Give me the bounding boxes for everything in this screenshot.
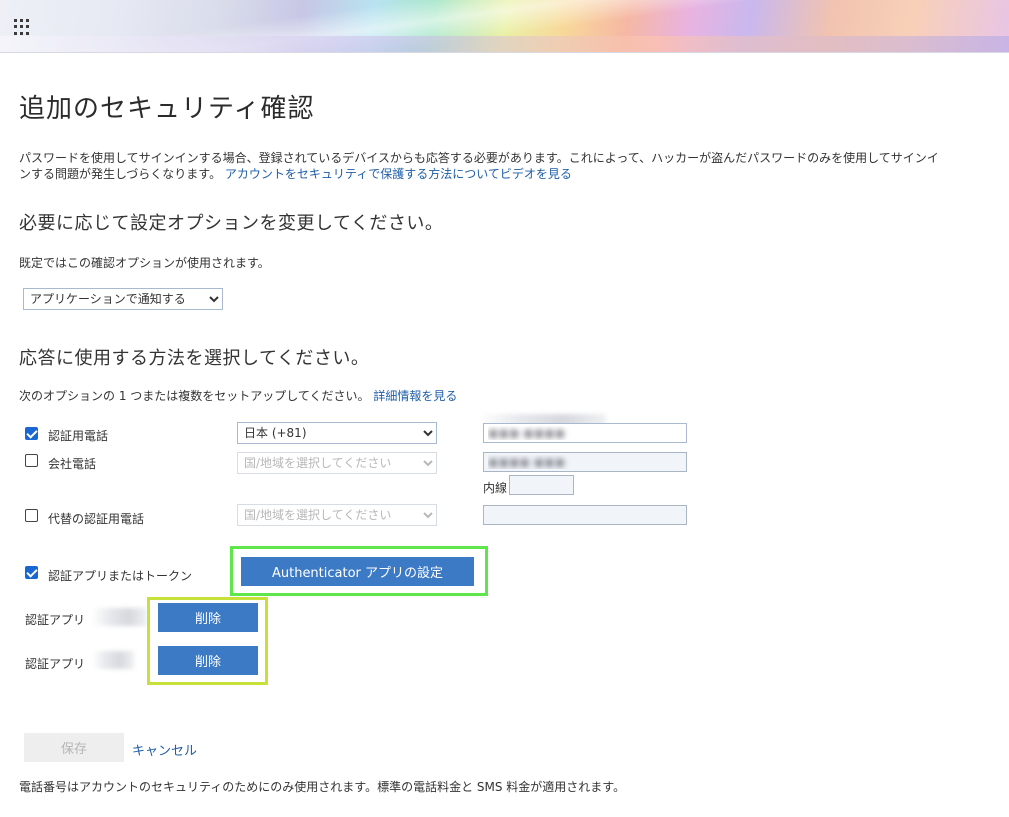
alt-phone-number-input[interactable]	[483, 505, 687, 525]
office-phone-label: 会社電話	[48, 457, 97, 471]
office-phone-number-input[interactable]	[483, 452, 687, 472]
office-phone-checkbox[interactable]	[25, 454, 38, 467]
auth-app-checkbox[interactable]	[25, 566, 38, 579]
methods-subtext-row: 次のオプションの 1 つまたは複数をセットアップしてください。 詳細情報を見る	[19, 387, 457, 404]
alt-phone-label: 代替の認証用電話	[48, 512, 145, 526]
authenticator-setup-button[interactable]: Authenticator アプリの設定	[241, 557, 474, 586]
auth-phone-country-select[interactable]: 日本 (+81)	[237, 422, 437, 444]
save-button[interactable]: 保存	[24, 733, 124, 762]
more-info-link[interactable]: 詳細情報を見る	[373, 389, 457, 403]
header-banner	[0, 0, 1009, 53]
auth-phone-label: 認証用電話	[48, 429, 109, 443]
methods-heading: 応答に使用する方法を選択してください。	[19, 348, 370, 369]
redacted-area	[92, 608, 147, 626]
auth-app-label: 認証アプリまたはトークン	[48, 569, 193, 583]
default-option-label: 既定ではこの確認オプションが使用されます。	[19, 256, 270, 270]
delete-app-button[interactable]: 削除	[158, 603, 258, 632]
delete-app-button[interactable]: 削除	[158, 646, 258, 675]
default-option-heading: 必要に応じて設定オプションを変更してください。	[19, 213, 444, 234]
auth-phone-checkbox[interactable]	[25, 427, 38, 440]
app-launcher-icon[interactable]	[14, 19, 30, 35]
page-title: 追加のセキュリティ確認	[19, 94, 315, 124]
footer-note: 電話番号はアカウントのセキュリティのためにのみ使用されます。標準の電話料金と S…	[19, 780, 626, 794]
extension-input[interactable]	[509, 475, 574, 495]
cancel-link[interactable]: キャンセル	[132, 740, 197, 759]
redacted-area	[92, 651, 134, 669]
page-description: パスワードを使用してサインインする場合、登録されているデバイスからも応答する必要…	[19, 150, 939, 182]
default-option-select[interactable]: アプリケーションで通知する	[23, 288, 223, 310]
auth-phone-number-input[interactable]	[483, 423, 687, 443]
auth-app-entry-label: 認証アプリ	[25, 657, 86, 671]
alt-phone-country-select[interactable]: 国/地域を選択してください	[237, 504, 437, 526]
office-phone-country-select[interactable]: 国/地域を選択してください	[237, 452, 437, 474]
auth-app-entry-label: 認証アプリ	[25, 613, 86, 627]
alt-phone-checkbox[interactable]	[25, 509, 38, 522]
video-link[interactable]: アカウントをセキュリティで保護する方法についてビデオを見る	[225, 167, 572, 181]
extension-label: 内線	[483, 481, 508, 495]
methods-subtext: 次のオプションの 1 つまたは複数をセットアップしてください。	[19, 389, 370, 403]
